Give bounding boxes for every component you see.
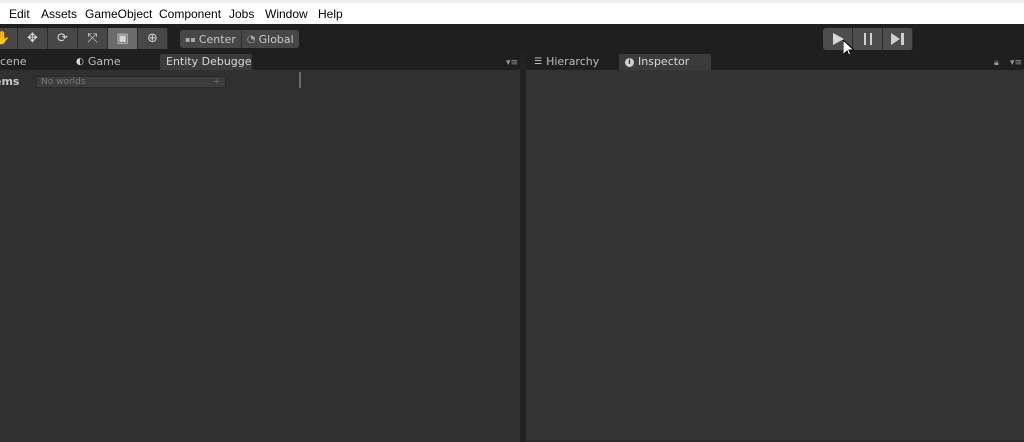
tab-entity-debugger[interactable]: Entity Debugge	[160, 54, 252, 70]
left-tab-strip: cene ◐ Game Entity Debugge ▾≡	[0, 54, 520, 70]
lock-icon[interactable]: 🔒︎	[994, 58, 999, 68]
menu-bar: Edit Assets GameObject Component Jobs Wi…	[0, 0, 1024, 24]
transform-tool-icon: ⊕	[147, 31, 158, 46]
tab-scene[interactable]: cene	[0, 54, 33, 70]
tab-inspector[interactable]: i Inspector	[619, 54, 711, 70]
hierarchy-icon: ☰	[534, 57, 543, 67]
tab-hierarchy-label: Hierarchy	[546, 55, 600, 68]
systems-header: ems	[0, 73, 19, 89]
menu-component[interactable]: Component	[159, 6, 221, 22]
pivot-center-button[interactable]: ▪▪ Center	[180, 30, 241, 48]
panel-menu-icon-right[interactable]: ▾≡	[1010, 58, 1022, 68]
main-toolbar: ✋ ✥ ⟳ ⤧ ▣ ⊕ ▪▪ Center ◔ Global	[0, 24, 1024, 54]
pivot-global-label: Global	[258, 32, 294, 46]
rotate-tool-button[interactable]: ⟳	[48, 28, 78, 49]
hand-tool-button[interactable]: ✋	[0, 28, 18, 49]
panel-menu-icon[interactable]: ▾≡	[506, 58, 518, 68]
inspector-panel	[526, 70, 1024, 440]
pivot-global-button[interactable]: ◔ Global	[240, 30, 299, 48]
tab-scene-label: cene	[0, 55, 27, 68]
menu-jobs[interactable]: Jobs	[229, 6, 254, 22]
column-splitter[interactable]	[299, 72, 301, 88]
menu-edit[interactable]: Edit	[9, 6, 30, 22]
tab-game-label: Game	[87, 55, 121, 68]
transform-tools: ✋ ✥ ⟳ ⤧ ▣ ⊕	[0, 28, 168, 49]
game-icon: ◐	[76, 57, 84, 67]
rect-tool-icon: ▣	[116, 31, 129, 46]
tab-game[interactable]: ◐ Game	[70, 54, 127, 70]
tab-entity-debugger-label: Entity Debugge	[166, 55, 252, 68]
hand-tool-icon: ✋	[0, 31, 11, 46]
global-rotation-icon: ◔	[246, 33, 256, 45]
pause-button[interactable]	[853, 28, 883, 50]
entity-debugger-panel	[0, 70, 520, 442]
scale-tool-button[interactable]: ⤧	[78, 28, 108, 49]
tab-inspector-label: Inspector	[638, 55, 690, 68]
dropdown-arrow-icon: ÷	[213, 77, 220, 86]
transform-tool-button[interactable]: ⊕	[138, 28, 168, 49]
title-bar-remnant	[0, 0, 1024, 3]
world-selector-dropdown[interactable]: No worlds ÷	[36, 76, 226, 88]
move-tool-icon: ✥	[27, 31, 38, 46]
menu-window[interactable]: Window	[265, 6, 308, 22]
systems-label: ems	[0, 74, 20, 88]
pivot-center-icon: ▪▪	[185, 34, 196, 44]
step-icon	[890, 33, 904, 45]
pivot-center-label: Center	[198, 32, 236, 46]
step-button[interactable]	[883, 28, 913, 50]
rotate-tool-icon: ⟳	[57, 31, 68, 46]
pivot-toggle-group: ▪▪ Center ◔ Global	[180, 30, 299, 48]
world-selector-value: No worlds	[41, 77, 86, 87]
scale-tool-icon: ⤧	[87, 31, 98, 46]
menu-help[interactable]: Help	[318, 6, 343, 22]
tab-hierarchy[interactable]: ☰ Hierarchy	[528, 54, 605, 70]
playback-controls	[823, 28, 913, 50]
play-icon	[832, 33, 844, 45]
pause-icon	[863, 33, 872, 45]
right-tab-strip: ☰ Hierarchy i Inspector 🔒︎ ▾≡	[526, 54, 1024, 70]
move-tool-button[interactable]: ✥	[18, 28, 48, 49]
menu-gameobject[interactable]: GameObject	[85, 6, 152, 22]
menu-assets[interactable]: Assets	[41, 6, 77, 22]
info-icon: i	[625, 57, 634, 67]
rect-tool-button[interactable]: ▣	[108, 28, 138, 49]
